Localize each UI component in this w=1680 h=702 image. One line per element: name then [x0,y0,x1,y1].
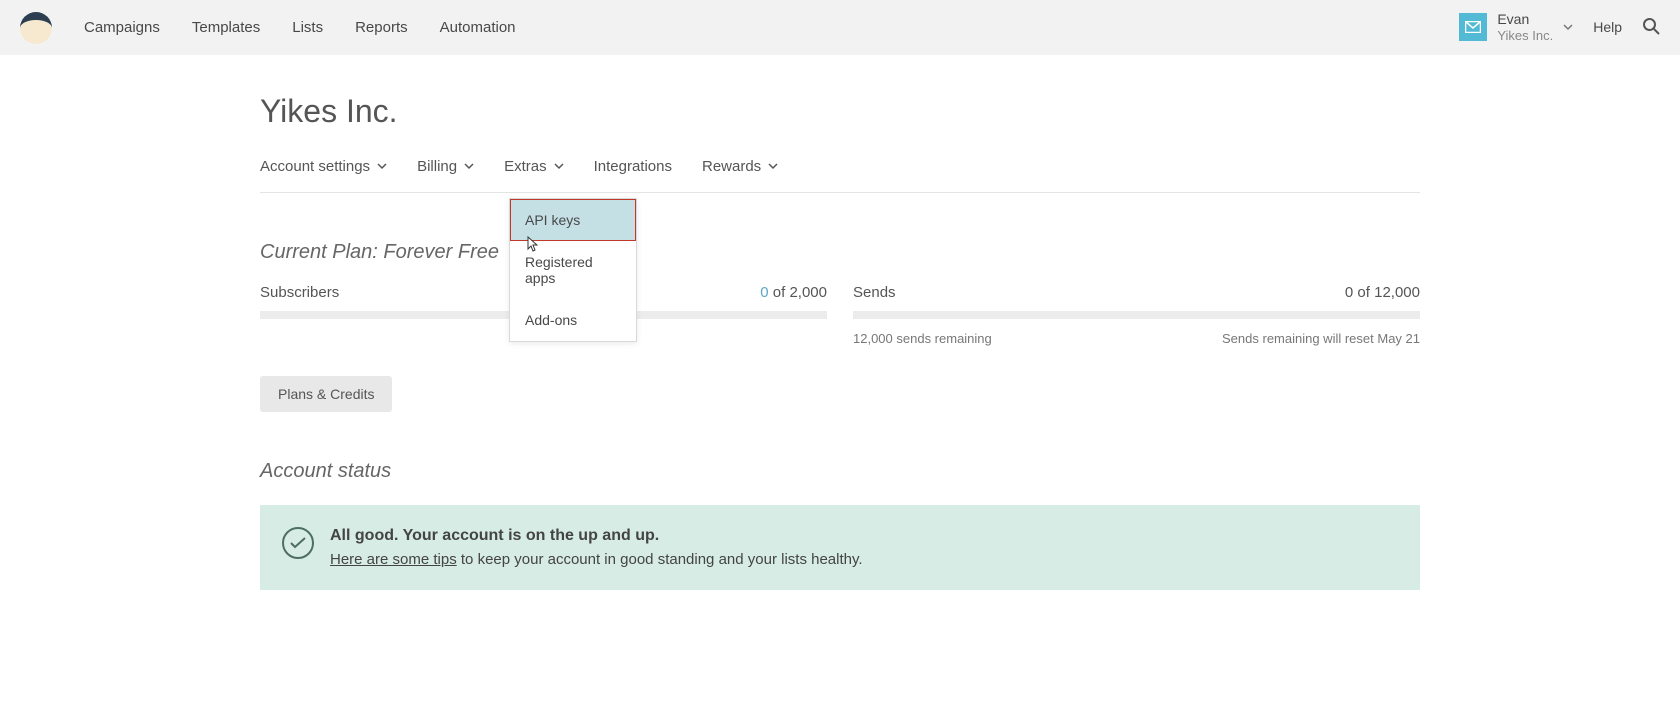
nav-templates[interactable]: Templates [192,19,260,36]
user-menu[interactable]: Evan Yikes Inc. [1459,11,1573,43]
status-tips-link[interactable]: Here are some tips [330,551,457,568]
subnav-label: Integrations [594,158,672,175]
subnav-label: Extras [504,158,547,175]
subscribers-value: 0 of 2,000 [760,284,827,301]
extras-dropdown: API keys Registered apps Add-ons [509,198,637,342]
chevron-down-icon [554,158,564,175]
check-circle-icon [282,527,314,559]
dropdown-label: API keys [525,212,580,228]
logo-freddy[interactable] [20,12,52,44]
subnav-label: Billing [417,158,457,175]
nav-reports[interactable]: Reports [355,19,408,36]
subnav-extras[interactable]: Extras [504,158,564,175]
chevron-down-icon [768,158,778,175]
nav-lists[interactable]: Lists [292,19,323,36]
chevron-down-icon [1563,19,1573,35]
account-status-banner: All good. Your account is on the up and … [260,505,1420,590]
plans-credits-button[interactable]: Plans & Credits [260,376,392,412]
subnav-rewards[interactable]: Rewards [702,158,778,175]
dropdown-api-keys[interactable]: API keys [510,199,636,241]
subnav-integrations[interactable]: Integrations [594,158,672,175]
status-desc-rest: to keep your account in good standing an… [457,551,863,568]
subnav-billing[interactable]: Billing [417,158,474,175]
dropdown-add-ons[interactable]: Add-ons [510,299,636,341]
current-plan-heading: Current Plan: Forever Free [260,241,1420,264]
user-org: Yikes Inc. [1497,28,1553,44]
chevron-down-icon [464,158,474,175]
user-name: Evan [1497,11,1553,28]
status-title: All good. Your account is on the up and … [330,527,863,545]
dropdown-registered-apps[interactable]: Registered apps [510,241,636,299]
mail-icon [1459,13,1487,41]
subnav-label: Rewards [702,158,761,175]
chevron-down-icon [377,158,387,175]
nav-campaigns[interactable]: Campaigns [84,19,160,36]
search-icon[interactable] [1642,17,1660,38]
subscribers-label: Subscribers [260,284,339,301]
help-link[interactable]: Help [1593,19,1622,35]
subnav-label: Account settings [260,158,370,175]
nav-automation[interactable]: Automation [440,19,516,36]
sends-remaining-text: 12,000 sends remaining [853,331,992,346]
subnav-account-settings[interactable]: Account settings [260,158,387,175]
account-status-heading: Account status [260,460,1420,483]
sends-label: Sends [853,284,896,301]
page-title: Yikes Inc. [260,55,1420,158]
sends-progress [853,311,1420,319]
sends-reset-text: Sends remaining will reset May 21 [1222,331,1420,346]
sends-value: 0 of 12,000 [1345,284,1420,301]
